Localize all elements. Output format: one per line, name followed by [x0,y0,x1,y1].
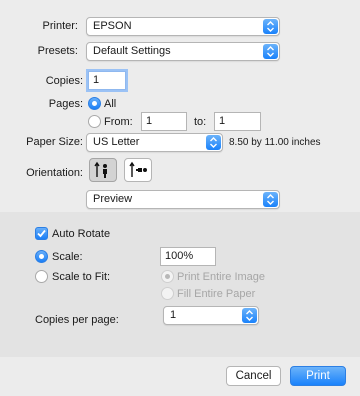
pages-label: Pages: [48,98,83,110]
section-popup[interactable]: Preview [86,190,280,209]
scale-radio[interactable] [35,250,48,263]
pages-all-radio[interactable] [88,97,101,110]
presets-popup[interactable]: Default Settings [86,42,280,61]
orientation-portrait-button[interactable] [89,158,117,182]
presets-label: Presets: [37,45,78,57]
print-entire-image-label: Print Entire Image [177,271,266,283]
auto-rotate-label: Auto Rotate [52,228,111,240]
pages-from-radio[interactable] [88,115,101,128]
scale-to-fit-radio[interactable] [35,270,48,283]
paper-size-popup[interactable]: US Letter [86,133,223,152]
printer-label: Printer: [42,20,78,32]
fill-entire-paper-radio [161,287,174,300]
paper-size-value: US Letter [93,136,140,148]
copies-label: Copies: [45,75,83,87]
checkmark-icon [37,229,46,238]
print-dialog: Printer: EPSON Presets: Default Settings… [0,0,360,396]
print-entire-image-radio [161,270,174,283]
presets-value: Default Settings [93,45,171,57]
chevron-updown-icon [263,192,278,207]
paper-dimensions: 8.50 by 11.00 inches [229,137,321,148]
fill-entire-paper-label: Fill Entire Paper [177,288,256,300]
chevron-updown-icon [263,19,278,34]
section-popup-value: Preview [93,193,133,205]
copies-field[interactable]: 1 [88,71,126,90]
copies-per-page-value: 1 [170,309,177,321]
auto-rotate-checkbox[interactable] [35,227,48,240]
scale-label: Scale: [52,251,83,263]
pages-to-value: 1 [219,115,226,127]
pages-to-label: to: [194,116,207,128]
pages-all-label: All [104,98,117,110]
scale-value: 100% [165,250,194,262]
printer-popup[interactable]: EPSON [86,17,280,36]
printer-value: EPSON [93,20,132,32]
orientation-label: Orientation: [26,167,83,179]
landscape-person-icon [129,161,147,177]
copies-per-page-popup[interactable]: 1 [163,306,259,325]
copies-value: 1 [93,74,100,86]
copies-per-page-label: Copies per page: [35,314,119,326]
scale-to-fit-label: Scale to Fit: [52,271,111,283]
pages-from-field[interactable]: 1 [141,112,187,131]
chevron-updown-icon [206,135,221,150]
scale-field[interactable]: 100% [160,247,216,266]
chevron-updown-icon [263,44,278,59]
orientation-landscape-button[interactable] [124,158,152,182]
cancel-button[interactable]: Cancel [226,366,281,386]
pages-to-field[interactable]: 1 [214,112,261,131]
pages-from-label: From: [104,116,133,128]
chevron-updown-icon [242,308,257,323]
paper-size-label: Paper Size: [26,136,83,148]
portrait-person-icon [94,161,107,178]
print-button[interactable]: Print [290,366,346,386]
pages-from-value: 1 [146,115,153,127]
